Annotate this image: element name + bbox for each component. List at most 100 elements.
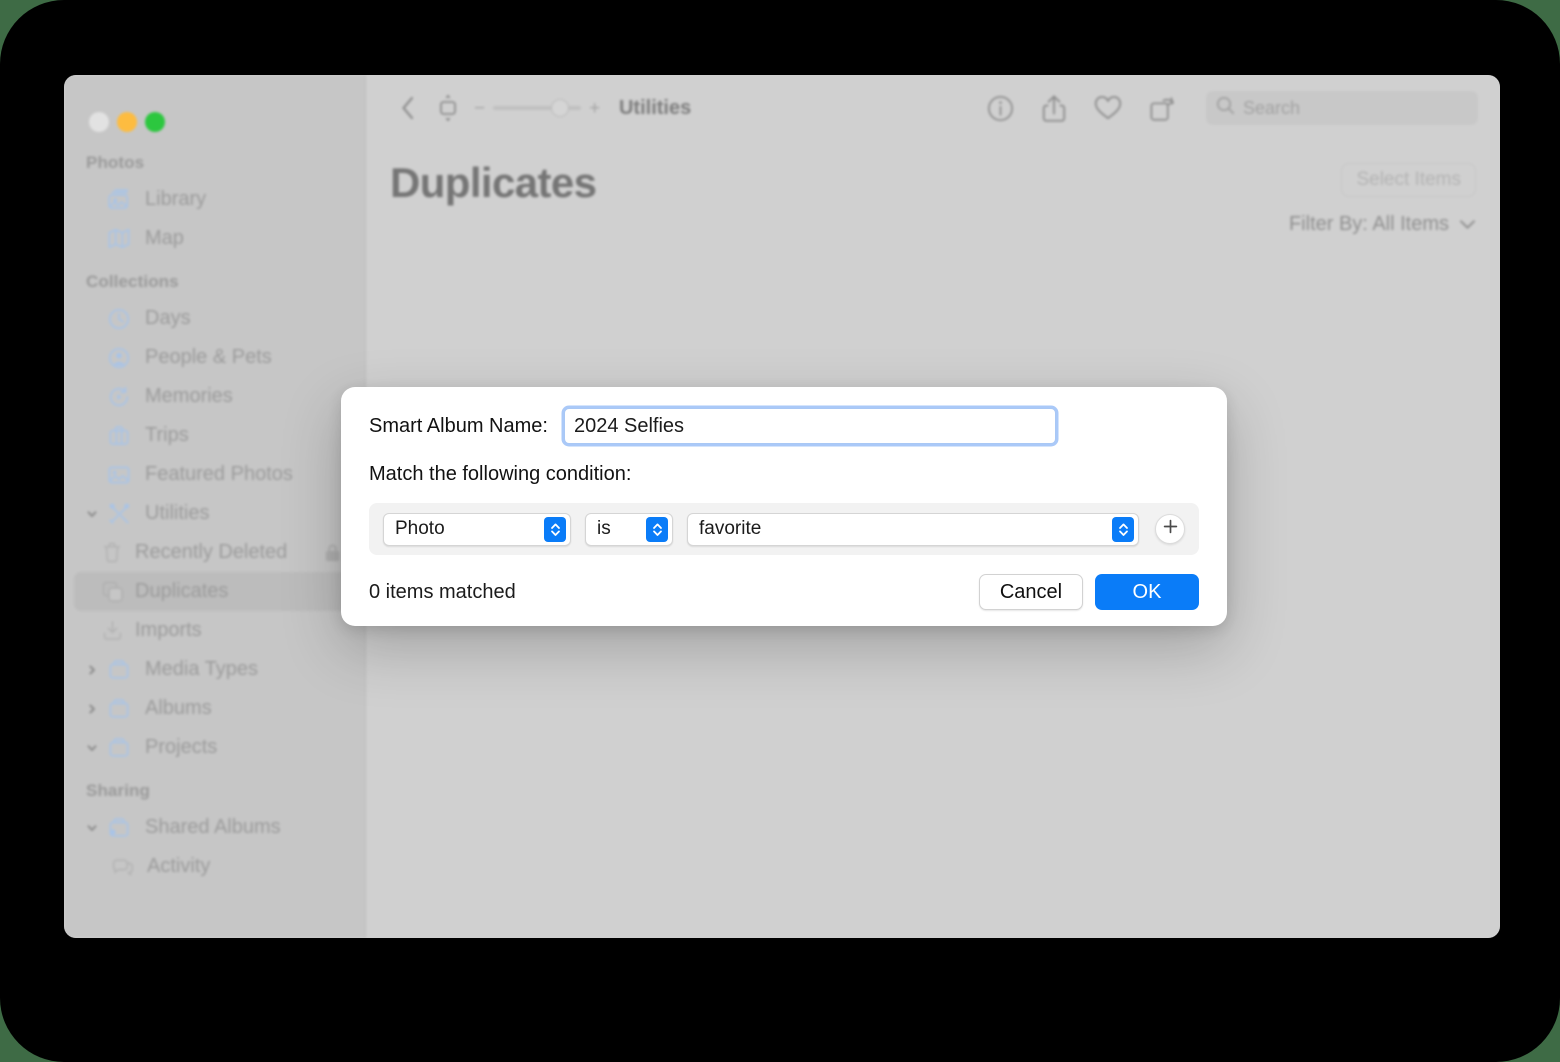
toolbar-actions: Search bbox=[980, 88, 1478, 128]
sidebar-item-label: Activity bbox=[147, 855, 211, 877]
zoom-in-label[interactable]: + bbox=[589, 99, 600, 118]
folder-icon bbox=[108, 737, 140, 758]
filter-by-label: Filter By: All Items bbox=[1288, 213, 1449, 235]
select-items-button[interactable]: Select Items bbox=[1341, 163, 1476, 197]
sidebar-item-albums[interactable]: Albums bbox=[74, 689, 355, 728]
heart-icon[interactable] bbox=[1088, 88, 1128, 128]
sidebar-item-label: Projects bbox=[145, 736, 218, 758]
sidebar-item-people-pets[interactable]: People & Pets bbox=[74, 338, 355, 377]
sidebar-item-label: Shared Albums bbox=[145, 816, 281, 838]
sidebar: Photos Library Map Collections Days Peop… bbox=[64, 75, 366, 938]
folder-icon bbox=[108, 698, 140, 719]
sidebar-section-photos: Photos bbox=[86, 153, 145, 172]
person-circle-icon bbox=[108, 347, 140, 369]
match-condition-label: Match the following condition: bbox=[369, 463, 632, 485]
chevron-down-icon[interactable] bbox=[86, 742, 108, 754]
lock-icon bbox=[324, 543, 341, 563]
chevron-down-icon[interactable] bbox=[86, 508, 108, 520]
page-header: Duplicates Select Items Filter By: All I… bbox=[366, 141, 1500, 235]
close-button[interactable] bbox=[89, 112, 109, 132]
sidebar-section-sharing: Sharing bbox=[86, 781, 150, 800]
smart-album-name-label: Smart Album Name: bbox=[369, 414, 548, 437]
back-button[interactable] bbox=[388, 88, 428, 128]
sidebar-section-collections: Collections bbox=[86, 272, 179, 291]
search-placeholder: Search bbox=[1243, 97, 1301, 118]
import-icon bbox=[102, 620, 134, 641]
activity-bubbles-icon bbox=[112, 857, 144, 877]
share-icon[interactable] bbox=[1034, 88, 1074, 128]
sidebar-item-trips[interactable]: Trips bbox=[74, 416, 355, 455]
add-condition-button[interactable] bbox=[1155, 514, 1185, 544]
minimize-button[interactable] bbox=[117, 112, 137, 132]
sidebar-item-label: Duplicates bbox=[135, 580, 229, 602]
sidebar-item-activity[interactable]: Activity bbox=[74, 847, 355, 886]
chevron-right-icon[interactable] bbox=[86, 703, 108, 715]
memories-play-icon bbox=[108, 386, 140, 408]
sidebar-item-label: Media Types bbox=[145, 658, 259, 680]
duplicate-icon bbox=[102, 581, 134, 603]
sidebar-item-label: Trips bbox=[145, 424, 189, 446]
chevron-updown-icon bbox=[544, 516, 566, 542]
window-controls bbox=[64, 97, 365, 139]
chevron-down-icon[interactable] bbox=[86, 822, 108, 834]
search-icon bbox=[1216, 96, 1235, 120]
map-icon bbox=[108, 228, 140, 249]
page-title: Duplicates bbox=[390, 159, 597, 206]
chevron-updown-icon bbox=[1112, 516, 1134, 542]
chevron-right-icon[interactable] bbox=[86, 664, 108, 676]
sidebar-item-label: Days bbox=[145, 307, 191, 329]
zoom-out-label[interactable]: − bbox=[474, 99, 485, 118]
sidebar-item-label: Utilities bbox=[145, 502, 210, 524]
items-matched-label: 0 items matched bbox=[369, 580, 516, 603]
sidebar-item-memories[interactable]: Memories bbox=[74, 377, 355, 416]
sidebar-item-days[interactable]: Days bbox=[74, 299, 355, 338]
sidebar-item-media-types[interactable]: Media Types bbox=[74, 650, 355, 689]
trash-icon bbox=[102, 542, 134, 563]
sidebar-item-shared-albums[interactable]: Shared Albums bbox=[74, 808, 355, 847]
sidebar-item-duplicates[interactable]: Duplicates bbox=[74, 572, 355, 611]
toolbar: − + Utilities Search bbox=[366, 75, 1500, 141]
sidebar-item-label: Albums bbox=[145, 697, 212, 719]
sidebar-item-label: Memories bbox=[145, 385, 233, 407]
cancel-button[interactable]: Cancel bbox=[979, 574, 1083, 610]
sidebar-item-label: Imports bbox=[135, 619, 202, 641]
dialog-footer: 0 items matched Cancel OK bbox=[369, 574, 1199, 610]
smart-album-name-input[interactable]: 2024 Selfies bbox=[563, 408, 1056, 444]
zoom-track[interactable] bbox=[493, 99, 582, 117]
sidebar-item-label: People & Pets bbox=[145, 346, 272, 368]
photo-icon bbox=[108, 465, 140, 485]
sidebar-item-imports[interactable]: Imports bbox=[74, 611, 355, 650]
condition-subject-dropdown[interactable]: Photo bbox=[383, 512, 571, 546]
photos-library-icon bbox=[108, 188, 140, 211]
info-circle-icon[interactable] bbox=[980, 88, 1020, 128]
sidebar-item-projects[interactable]: Projects bbox=[74, 728, 355, 767]
smart-album-dialog: Smart Album Name: 2024 Selfies Match the… bbox=[341, 387, 1227, 626]
zoom-slider[interactable]: − + bbox=[474, 99, 600, 118]
filter-by-dropdown[interactable]: Filter By: All Items bbox=[1289, 213, 1476, 236]
sidebar-item-utilities[interactable]: Utilities bbox=[74, 494, 355, 533]
smart-album-name-row: Smart Album Name: 2024 Selfies bbox=[369, 408, 1199, 444]
sidebar-item-recently-deleted[interactable]: Recently Deleted bbox=[74, 533, 355, 572]
suitcase-icon bbox=[108, 425, 140, 447]
condition-value-value: favorite bbox=[699, 518, 762, 539]
sidebar-item-label: Featured Photos bbox=[145, 463, 293, 485]
condition-value-dropdown[interactable]: favorite bbox=[687, 512, 1139, 546]
condition-operator-dropdown[interactable]: is bbox=[585, 512, 673, 546]
tools-icon bbox=[108, 503, 140, 525]
sidebar-item-label: Recently Deleted bbox=[135, 541, 288, 563]
condition-row: Photo is favorite bbox=[369, 503, 1199, 555]
ok-button[interactable]: OK bbox=[1095, 574, 1199, 610]
folder-icon bbox=[108, 659, 140, 680]
sidebar-item-label: Map bbox=[145, 227, 184, 249]
sidebar-item-label: Library bbox=[145, 188, 207, 210]
rotate-icon[interactable] bbox=[1142, 88, 1182, 128]
sidebar-item-library[interactable]: Library bbox=[74, 180, 355, 219]
zoom-button[interactable] bbox=[145, 112, 165, 132]
zoom-knob[interactable] bbox=[551, 99, 570, 117]
sidebar-item-featured-photos[interactable]: Featured Photos bbox=[74, 455, 355, 494]
aspect-ratio-icon[interactable] bbox=[428, 88, 468, 128]
search-input[interactable]: Search bbox=[1206, 91, 1478, 125]
sidebar-item-map[interactable]: Map bbox=[74, 219, 355, 258]
condition-operator-value: is bbox=[597, 518, 611, 539]
plus-icon bbox=[1162, 518, 1179, 541]
